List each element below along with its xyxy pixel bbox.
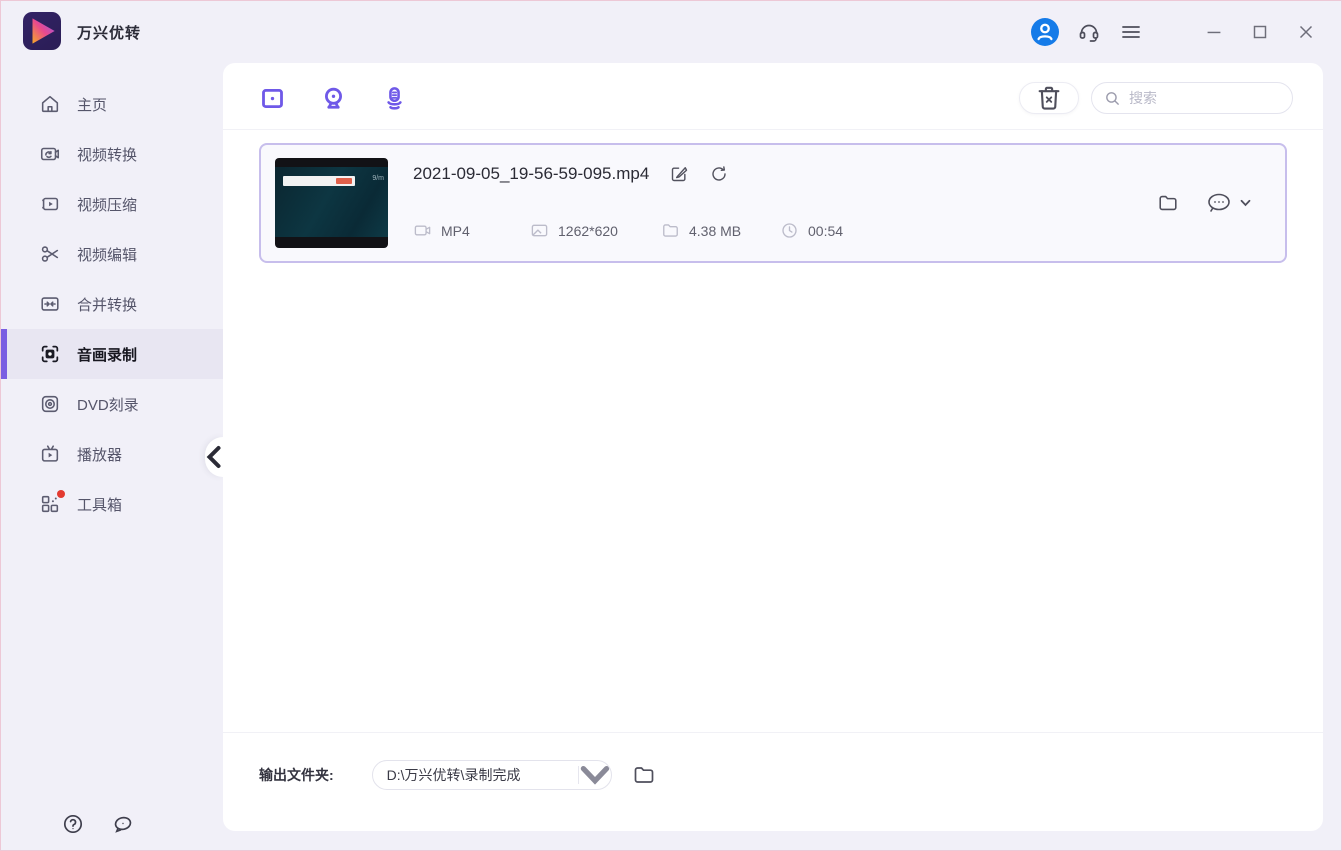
sidebar-item-label: 播放器 bbox=[77, 446, 123, 464]
video-convert-icon bbox=[39, 143, 61, 165]
file-format: MP4 bbox=[441, 222, 470, 239]
more-actions-button[interactable] bbox=[1205, 191, 1251, 215]
file-meta-row: MP4 1262*620 4.38 MB 00:54 bbox=[413, 221, 843, 240]
thumbnail-watermark: 9/m bbox=[372, 175, 384, 182]
video-thumbnail: 9/m bbox=[275, 158, 388, 248]
open-folder-icon[interactable] bbox=[1157, 192, 1179, 214]
sidebar-item-player[interactable]: 播放器 bbox=[1, 429, 223, 479]
app-title: 万兴优转 bbox=[77, 24, 142, 42]
app-logo-icon bbox=[23, 12, 61, 50]
output-folder-path: D:\万兴优转\录制完成 bbox=[386, 767, 521, 783]
player-icon bbox=[39, 443, 61, 465]
video-edit-icon bbox=[39, 243, 61, 265]
hamburger-menu-icon[interactable] bbox=[1119, 20, 1143, 44]
search-box bbox=[1091, 82, 1293, 114]
sidebar-item-merge-convert[interactable]: 合并转换 bbox=[1, 279, 223, 329]
sidebar-item-label: 视频转换 bbox=[77, 146, 138, 164]
maximize-button[interactable] bbox=[1249, 21, 1271, 43]
browse-folder-icon[interactable] bbox=[632, 763, 656, 787]
webcam-record-mode-button[interactable] bbox=[320, 85, 347, 112]
rename-icon[interactable] bbox=[669, 164, 689, 184]
re-record-icon[interactable] bbox=[709, 164, 729, 184]
format-icon bbox=[413, 221, 432, 240]
file-resolution: 1262*620 bbox=[558, 222, 618, 239]
sidebar: 主页 视频转换 视频压缩 视频编辑 合并转换 音画录制 DVD刻录 播放器 工具… bbox=[1, 63, 223, 850]
audio-record-mode-button[interactable] bbox=[381, 85, 408, 112]
output-folder-select[interactable]: D:\万兴优转\录制完成 bbox=[371, 760, 612, 790]
footer-divider bbox=[223, 732, 1323, 733]
user-avatar-icon[interactable] bbox=[1031, 18, 1059, 46]
sidebar-item-label: DVD刻录 bbox=[77, 396, 139, 414]
sidebar-item-toolbox[interactable]: 工具箱 bbox=[1, 479, 223, 529]
help-icon[interactable] bbox=[61, 812, 85, 836]
feedback-icon[interactable] bbox=[111, 812, 135, 836]
sidebar-item-video-edit[interactable]: 视频编辑 bbox=[1, 229, 223, 279]
sidebar-collapse-handle[interactable] bbox=[205, 437, 223, 477]
toolbox-badge bbox=[57, 490, 65, 498]
home-icon bbox=[39, 93, 61, 115]
file-duration: 00:54 bbox=[808, 222, 844, 239]
sidebar-item-video-compress[interactable]: 视频压缩 bbox=[1, 179, 223, 229]
minimize-button[interactable] bbox=[1203, 21, 1225, 43]
screen-record-mode-button[interactable] bbox=[259, 85, 286, 112]
more-options-icon bbox=[1205, 191, 1233, 215]
thumbnail-browser-bar bbox=[283, 176, 355, 186]
file-name: 2021-09-05_19-56-59-095.mp4 bbox=[413, 164, 650, 183]
sidebar-item-label: 主页 bbox=[77, 96, 108, 114]
sidebar-item-label: 音画录制 bbox=[77, 346, 138, 364]
file-size: 4.38 MB bbox=[689, 222, 742, 239]
app-window: 万兴优转 主页 视频转换 视频压缩 视频编辑 合并转换 音画录制 DVD刻录 播… bbox=[0, 0, 1342, 851]
main-panel: 9/m 2021-09-05_19-56-59-095.mp4 bbox=[223, 63, 1323, 831]
search-icon bbox=[1104, 90, 1121, 107]
file-size-icon bbox=[661, 221, 680, 240]
sidebar-item-dvd-burn[interactable]: DVD刻录 bbox=[1, 379, 223, 429]
sidebar-item-label: 工具箱 bbox=[77, 496, 123, 514]
sidebar-item-label: 视频编辑 bbox=[77, 246, 138, 264]
headset-support-icon[interactable] bbox=[1077, 20, 1101, 44]
delete-all-button[interactable] bbox=[1019, 82, 1079, 114]
merge-convert-icon bbox=[39, 293, 61, 315]
screen-record-icon bbox=[39, 343, 61, 365]
combo-chevron-down-icon[interactable] bbox=[579, 761, 611, 789]
chevron-down-icon bbox=[1240, 199, 1251, 207]
duration-icon bbox=[780, 221, 799, 240]
close-button[interactable] bbox=[1295, 21, 1317, 43]
sidebar-item-video-convert[interactable]: 视频转换 bbox=[1, 129, 223, 179]
recorded-file-card[interactable]: 9/m 2021-09-05_19-56-59-095.mp4 MP4 1262… bbox=[259, 143, 1287, 263]
titlebar: 万兴优转 bbox=[1, 1, 1341, 63]
sidebar-item-home[interactable]: 主页 bbox=[1, 79, 223, 129]
sidebar-item-label: 视频压缩 bbox=[77, 196, 138, 214]
dvd-burn-icon bbox=[39, 393, 61, 415]
search-input[interactable] bbox=[1129, 90, 1269, 106]
record-toolbar bbox=[259, 81, 1293, 115]
sidebar-item-label: 合并转换 bbox=[77, 296, 138, 314]
toolbox-icon bbox=[39, 490, 65, 515]
toolbar-divider bbox=[223, 129, 1323, 130]
video-compress-icon bbox=[39, 193, 61, 215]
sidebar-item-screen-record[interactable]: 音画录制 bbox=[1, 329, 223, 379]
output-folder-row: 输出文件夹: D:\万兴优转\录制完成 bbox=[259, 760, 656, 790]
output-folder-label: 输出文件夹: bbox=[259, 767, 334, 783]
resolution-icon bbox=[530, 221, 549, 240]
thumbnail-red-chip bbox=[336, 178, 352, 184]
